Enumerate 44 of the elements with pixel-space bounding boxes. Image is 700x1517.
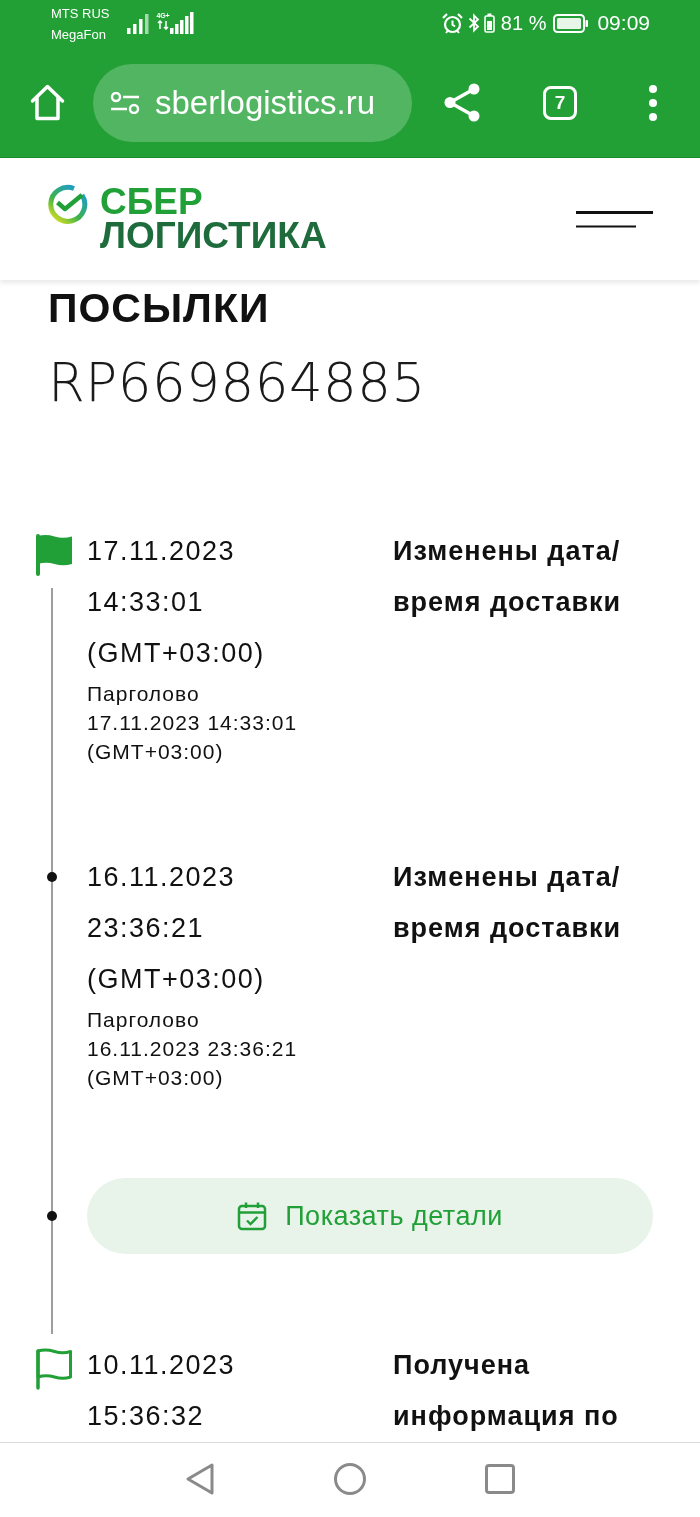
- calendar-check-icon[interactable]: [237, 1201, 268, 1231]
- sliders-icon[interactable]: [110, 91, 140, 114]
- event-time: 15:36:32: [87, 1400, 205, 1433]
- signal-icon: [170, 12, 194, 34]
- event-timezone: (GMT+03:00): [87, 963, 265, 996]
- timeline-dot-icon: [47, 1211, 57, 1221]
- event-status: Изменены дата/ время доставки: [393, 861, 623, 945]
- event-status: Получена информация по: [393, 1349, 620, 1433]
- logo-text: СБЕР: [100, 185, 203, 219]
- event-time: 23:36:21: [87, 912, 205, 945]
- event-date: 17.11.2023: [87, 535, 236, 568]
- event-time: 14:33:01: [87, 586, 205, 619]
- data-arrows-icon: [157, 20, 169, 30]
- battery-icon: [553, 13, 589, 33]
- battery-percent: 81 %: [500, 11, 547, 35]
- show-details-button[interactable]: Показать детали: [87, 1178, 653, 1254]
- recent-apps-icon[interactable]: [485, 1464, 515, 1494]
- event-location-time: 17.11.2023 14:33:01 (GMT+03:00): [87, 710, 299, 765]
- event-timezone: (GMT+03:00): [87, 637, 265, 670]
- address-bar[interactable]: sberlogistics.ru: [93, 63, 412, 142]
- back-icon[interactable]: [185, 1462, 215, 1496]
- event-status: Изменены дата/ время доставки: [393, 535, 623, 619]
- carrier-name: MegaFon: [51, 26, 106, 44]
- vertical-battery-icon: [483, 13, 495, 33]
- menu-icon[interactable]: [576, 210, 653, 228]
- share-icon[interactable]: [443, 83, 481, 122]
- page-heading: ПОСЫЛКИ: [48, 284, 270, 332]
- bluetooth-icon: [467, 13, 480, 33]
- signal-icon: [127, 14, 149, 34]
- more-options-icon[interactable]: [648, 83, 658, 122]
- carrier-name: MTS RUS: [51, 5, 110, 23]
- event-date: 16.11.2023: [87, 861, 236, 894]
- tracking-number: RP669864885: [48, 351, 426, 415]
- tab-switcher-button[interactable]: 7: [543, 85, 577, 120]
- event-location-time: 16.11.2023 23:36:21 (GMT+03:00): [87, 1036, 299, 1091]
- event-location: Парголово: [87, 1007, 200, 1033]
- logo-icon: [46, 183, 88, 225]
- logo-text: ЛОГИСТИКА: [100, 219, 327, 253]
- event-date: 10.11.2023: [87, 1349, 236, 1382]
- event-location: Парголово: [87, 681, 200, 707]
- home-icon[interactable]: [334, 1463, 366, 1495]
- clock-time: 09:09: [597, 11, 650, 35]
- timeline-dot-icon: [47, 872, 57, 882]
- alarm-clock-icon: [441, 12, 463, 34]
